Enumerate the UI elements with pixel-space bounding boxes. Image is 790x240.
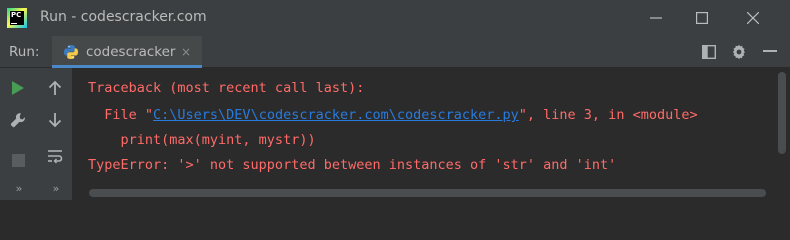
settings-button[interactable] [6, 108, 30, 132]
arrow-down-icon [48, 113, 62, 128]
run-toolbar-primary: » [0, 68, 34, 200]
horizontal-scrollbar[interactable] [89, 189, 766, 197]
stop-icon [11, 153, 25, 167]
soft-wrap-button[interactable] [43, 144, 67, 168]
wrench-icon [10, 113, 25, 128]
python-icon [64, 45, 78, 59]
run-toolbar-secondary: » [38, 68, 72, 200]
traceback-code-line: print(max(myint, mystr)) [88, 132, 316, 148]
pycharm-logo-icon: PC [7, 8, 27, 28]
title-bar: PC Run - codescracker.com [0, 0, 790, 36]
arrow-up-icon [48, 80, 62, 95]
layout-icon[interactable] [702, 45, 716, 59]
soft-wrap-icon [48, 150, 63, 164]
more-icon[interactable]: » [6, 176, 30, 200]
minimize-button[interactable] [633, 0, 679, 36]
run-panel-header: Run: codescracker × [0, 36, 790, 68]
file-path-link[interactable]: C:\Users\DEV\codescracker.com\codescrack… [153, 107, 519, 123]
vertical-scrollbar[interactable] [778, 72, 786, 154]
maximize-button[interactable] [679, 0, 725, 36]
file-line-prefix: File " [88, 107, 154, 123]
hide-icon[interactable] [763, 50, 777, 54]
more-icon[interactable]: » [43, 176, 67, 200]
gear-icon[interactable] [731, 44, 747, 60]
console-output[interactable]: Traceback (most recent call last): File … [74, 68, 774, 200]
window-title: Run - codescracker.com [40, 9, 207, 25]
error-message: TypeError: '>' not supported between ins… [88, 157, 617, 173]
run-icon [12, 81, 24, 95]
stop-button[interactable] [6, 148, 30, 172]
traceback-file-line: File "C:\Users\DEV\codescracker.com\code… [88, 107, 698, 123]
close-icon [747, 12, 759, 24]
minimize-icon [650, 17, 662, 19]
app-logo-bar [11, 23, 17, 24]
run-label: Run: [9, 44, 40, 60]
scroll-down-button[interactable] [43, 108, 67, 132]
file-line-suffix: ", line 3, in <module> [518, 107, 698, 123]
tab-label: codescracker [86, 44, 176, 60]
rerun-button[interactable] [6, 76, 30, 100]
maximize-icon [696, 12, 708, 24]
tab-close-button[interactable]: × [181, 45, 191, 59]
scroll-up-button[interactable] [43, 76, 67, 100]
close-button[interactable] [730, 0, 776, 36]
traceback-header: Traceback (most recent call last): [88, 80, 365, 96]
